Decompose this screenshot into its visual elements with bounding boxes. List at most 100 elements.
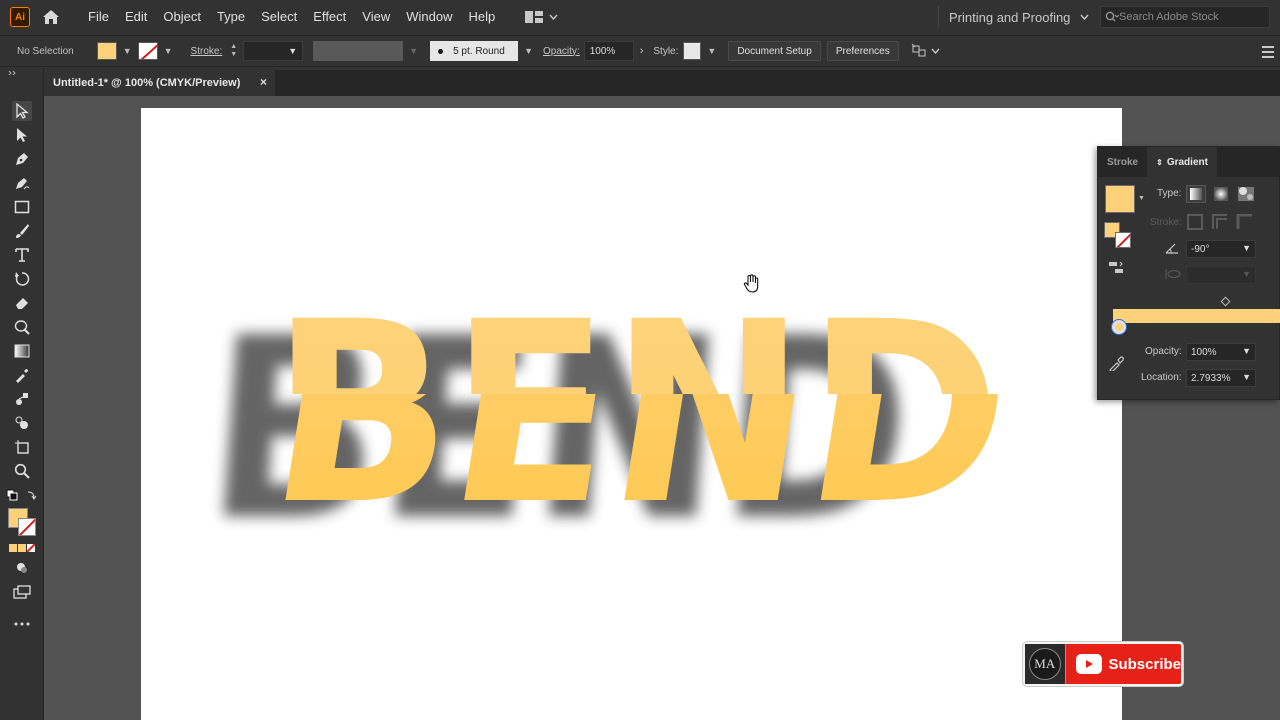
direct-selection-tool[interactable] [12, 125, 32, 145]
menu-window[interactable]: Window [398, 0, 460, 34]
pen-tool[interactable] [12, 149, 32, 169]
blend-tool[interactable] [12, 389, 32, 409]
radial-gradient-button[interactable] [1211, 185, 1231, 203]
chevron-down-icon [1080, 14, 1089, 20]
more-icon [14, 622, 30, 626]
curvature-tool[interactable] [12, 173, 32, 193]
panel-menu-icon[interactable] [1262, 44, 1274, 60]
rectangle-icon [14, 200, 30, 214]
stroke-color-swatch[interactable] [18, 518, 36, 536]
stroke-gradient-options-icon [1187, 214, 1252, 230]
default-swap-colors[interactable] [6, 489, 38, 503]
bend-artwork[interactable]: BEND BEND BEND [141, 108, 1122, 720]
fill-swatch[interactable] [96, 42, 117, 60]
brush-label: 5 pt. Round [453, 45, 505, 57]
chevron-down-icon[interactable]: ▼ [524, 46, 533, 56]
reverse-gradient-icon[interactable] [1108, 260, 1124, 276]
close-icon[interactable]: × [260, 75, 267, 89]
search-placeholder: Search Adobe Stock [1119, 11, 1219, 23]
eyedropper-icon[interactable] [1109, 353, 1125, 371]
swap-colors-icon [6, 489, 37, 501]
stop-location-field[interactable]: 2.7933% ▼ [1186, 369, 1256, 387]
puppet-warp-tool[interactable] [12, 317, 32, 337]
opacity-field[interactable]: 100% [583, 41, 634, 61]
opacity-value: 100% [589, 45, 616, 57]
aspect-ratio-field: ▼ [1186, 266, 1256, 284]
color-mode-icon [9, 544, 17, 552]
gradient-midpoint[interactable] [1220, 296, 1231, 307]
document-setup-button[interactable]: Document Setup [728, 41, 821, 61]
preferences-button[interactable]: Preferences [826, 41, 899, 61]
menu-type[interactable]: Type [209, 0, 253, 34]
arrange-documents-button[interactable] [525, 11, 558, 23]
tab-stroke[interactable]: Stroke [1098, 147, 1147, 177]
selection-tool[interactable] [12, 101, 32, 121]
curvature-icon [16, 178, 30, 190]
warp-icon [14, 320, 30, 335]
angle-value: -90° [1191, 243, 1210, 255]
subscribe-button[interactable]: MA Subscribe [1023, 642, 1183, 686]
zoom-icon [14, 463, 30, 479]
workspace-switcher[interactable]: Printing and Proofing [938, 6, 1089, 28]
artboard-tool[interactable] [12, 437, 32, 457]
linear-gradient-button[interactable] [1186, 185, 1206, 203]
channel-avatar: MA [1025, 644, 1066, 684]
arrange-icon [525, 11, 544, 23]
artboard-icon [15, 440, 29, 454]
chevron-down-icon[interactable]: ▼ [1242, 346, 1251, 356]
chevron-down-icon[interactable]: ▼ [1242, 243, 1251, 253]
gradient-stroke-swatch[interactable] [1115, 232, 1131, 248]
brush-definition[interactable]: 5 pt. Round [430, 41, 519, 61]
eraser-tool[interactable] [12, 293, 32, 313]
chevron-right-icon[interactable]: › [640, 45, 644, 57]
paintbrush-tool[interactable] [12, 221, 32, 241]
opacity-label[interactable]: Opacity: [543, 46, 580, 57]
collapse-icon[interactable] [8, 70, 18, 76]
stroke-swatch[interactable] [137, 42, 158, 60]
document-tab[interactable]: Untitled-1* @ 100% (CMYK/Preview) × [44, 70, 275, 96]
chevron-down-icon[interactable]: ▼ [1138, 195, 1145, 202]
stroke-weight-stepper[interactable]: ▲ ▼ [230, 43, 237, 59]
chevron-down-icon[interactable]: ▼ [1242, 372, 1251, 382]
gradient-slider[interactable] [1113, 309, 1280, 323]
menu-view[interactable]: View [354, 0, 398, 34]
menu-select[interactable]: Select [253, 0, 305, 34]
edit-toolbar-button[interactable] [12, 614, 32, 634]
blend-icon [16, 393, 28, 405]
menu-help[interactable]: Help [460, 0, 503, 34]
arrange-artboards-button[interactable] [911, 43, 940, 59]
freeform-gradient-button[interactable] [1236, 185, 1256, 203]
menu-object[interactable]: Object [155, 0, 209, 34]
gradient-preview-swatch[interactable] [1105, 185, 1135, 213]
zoom-tool[interactable] [12, 461, 32, 481]
angle-field[interactable]: -90° ▼ [1186, 240, 1256, 258]
gradient-color-stop[interactable] [1112, 320, 1126, 334]
draw-mode-tool[interactable] [12, 558, 32, 578]
chevron-down-icon[interactable]: ▼ [164, 46, 173, 56]
tools-panel [0, 68, 44, 720]
eyedropper-tool[interactable] [12, 365, 32, 385]
artboard[interactable]: BEND BEND BEND [141, 108, 1122, 720]
align-icon [911, 43, 926, 57]
menu-edit[interactable]: Edit [117, 0, 155, 34]
youtube-play-icon [1075, 654, 1103, 674]
stroke-weight-field[interactable]: ▼ [243, 41, 304, 61]
gradient-tool[interactable] [12, 341, 32, 361]
type-tool[interactable] [12, 245, 32, 265]
menu-bar: Ai File Edit Object Type Select Effect V… [0, 0, 1280, 34]
chevron-down-icon[interactable]: ▼ [123, 46, 132, 56]
graphic-style-swatch[interactable] [683, 42, 702, 60]
tab-gradient[interactable]: ⇕ Gradient [1147, 147, 1217, 177]
variable-width-profile[interactable] [313, 41, 404, 61]
menu-file[interactable]: File [80, 0, 117, 34]
rectangle-tool[interactable] [12, 197, 32, 217]
search-stock-input[interactable]: Search Adobe Stock [1100, 6, 1270, 28]
home-icon[interactable] [40, 6, 62, 28]
color-mode-buttons[interactable] [9, 544, 35, 552]
rotate-tool[interactable] [12, 269, 32, 289]
symbol-sprayer-tool[interactable] [12, 413, 32, 433]
screen-mode-tool[interactable] [12, 582, 32, 602]
menu-effect[interactable]: Effect [305, 0, 354, 34]
chevron-down-icon[interactable]: ▼ [707, 46, 716, 56]
stop-opacity-field[interactable]: 100% ▼ [1186, 343, 1256, 361]
